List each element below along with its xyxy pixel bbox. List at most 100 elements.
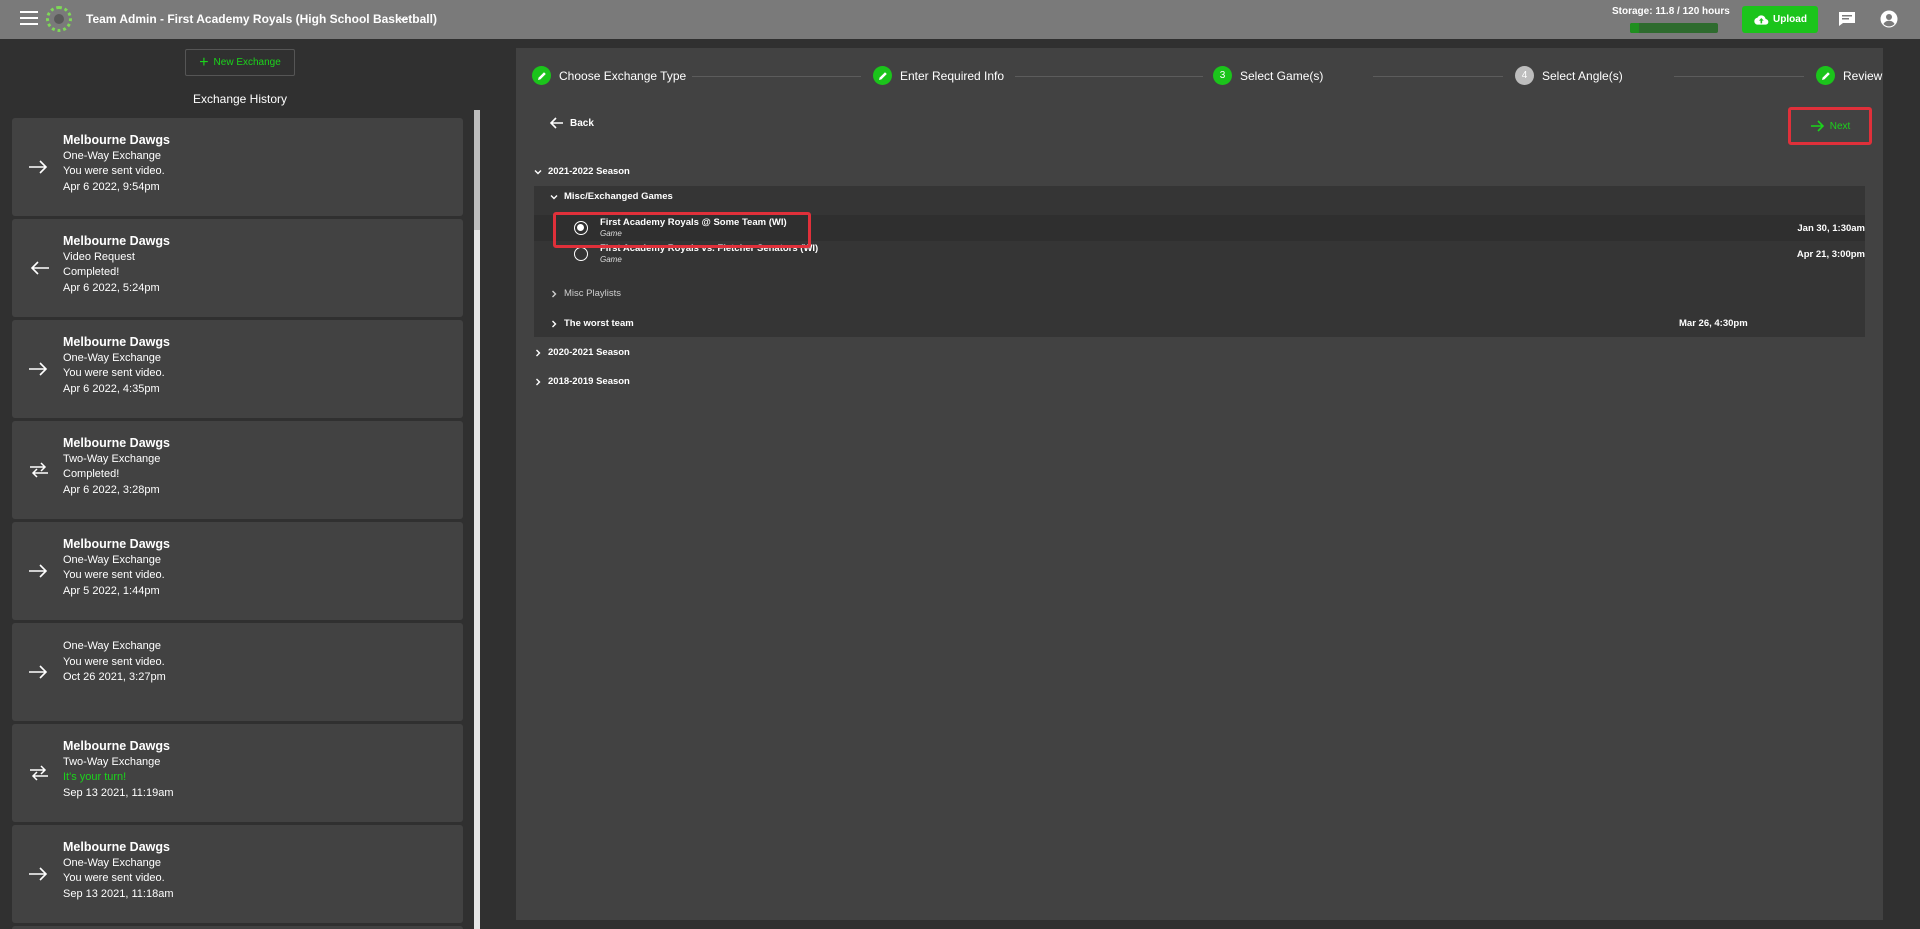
message-icon[interactable] [1838, 11, 1856, 27]
team-title[interactable]: Team Admin - First Academy Royals (High … [86, 12, 437, 26]
exchange-wizard: Choose Exchange Type Enter Required Info 3… [516, 48, 1883, 920]
storage-progress-fill [1630, 23, 1639, 33]
step-3[interactable]: 3 Select Game(s) [1213, 66, 1323, 85]
upload-label: Upload [1773, 14, 1807, 25]
exchange-date: Apr 6 2022, 3:28pm [63, 483, 160, 496]
chevron-down-icon[interactable]: ⌄ [396, 10, 409, 24]
chevron-right-icon [552, 290, 557, 297]
game-date: Jan 30, 1:30am [1797, 223, 1865, 234]
exchange-card[interactable]: Melbourne Dawgs One-Way Exchange You were … [12, 320, 463, 418]
step-5[interactable]: Review [1816, 66, 1882, 85]
exchange-card[interactable]: Melbourne Dawgs One-Way Exchange You were … [12, 118, 463, 216]
exchange-status: You were sent video. [63, 655, 165, 668]
new-exchange-button[interactable]: + New Exchange [185, 49, 295, 76]
arrow-right-icon [29, 665, 48, 679]
pencil-icon [873, 66, 892, 85]
exchange-history-list[interactable]: Melbourne Dawgs One-Way Exchange You were … [12, 118, 463, 929]
season-2020-2021[interactable]: 2020-2021 Season [534, 347, 630, 358]
step-label: Choose Exchange Type [559, 68, 687, 83]
swap-icon [30, 765, 48, 781]
exchange-date: Apr 6 2022, 4:35pm [63, 382, 160, 395]
exchange-card-text: Melbourne Dawgs One-Way Exchange You were … [63, 537, 170, 599]
season-2021-2022[interactable]: 2021-2022 Season [534, 166, 630, 177]
step-4[interactable]: 4 Select Angle(s) [1515, 66, 1623, 85]
stepper-connector [1674, 76, 1804, 77]
exchange-card[interactable]: Melbourne Dawgs One-Way Exchange You were … [12, 825, 463, 923]
game-row[interactable]: First Academy Royals vs. Fletcher Senato… [534, 241, 1865, 267]
exchange-card[interactable]: One-Way Exchange You were sent video. Oct … [12, 623, 463, 721]
worst-team-label: The worst team [564, 318, 634, 329]
step-number: 3 [1213, 66, 1232, 85]
exchange-status: You were sent video. [63, 569, 165, 581]
exchange-date: Oct 26 2021, 3:27pm [63, 671, 166, 683]
step-label: Enter Required Info [900, 68, 1005, 83]
exchange-card[interactable]: Melbourne Dawgs Two-Way Exchange Completed… [12, 421, 463, 519]
exchange-type: One-Way Exchange [63, 640, 162, 652]
season-label: 2021-2022 Season [548, 166, 630, 177]
storage-progress-bar [1630, 23, 1718, 33]
exchange-card-text: Melbourne Dawgs One-Way Exchange You were … [63, 335, 170, 397]
exchange-type: One-Way Exchange [63, 351, 162, 364]
misc-playlists-label: Misc Playlists [564, 288, 622, 299]
exchange-card-text: Melbourne Dawgs One-Way Exchange You were … [63, 840, 174, 902]
worst-team-date: Mar 26, 4:30pm [1679, 318, 1748, 329]
exchange-date: Apr 6 2022, 5:24pm [63, 281, 160, 294]
exchange-date: Sep 13 2021, 11:19am [63, 786, 174, 799]
exchange-status: It's your turn! [63, 771, 127, 783]
worst-team-item[interactable]: The worst team [550, 318, 634, 329]
pencil-icon [532, 66, 551, 85]
game-radio[interactable] [574, 221, 588, 235]
exchange-card[interactable]: Melbourne Dawgs Video Request Completed! Ap… [12, 219, 463, 317]
account-circle-icon[interactable] [1880, 10, 1898, 28]
step-1[interactable]: Choose Exchange Type [532, 66, 686, 85]
exchange-type: One-Way Exchange [63, 856, 162, 869]
history-scrollbar[interactable] [474, 110, 480, 929]
exchange-card[interactable]: Melbourne Dawgs Two-Way Exchange It's your… [12, 724, 463, 822]
chevron-right-icon [552, 320, 557, 327]
exchange-team-name: Melbourne Dawgs [63, 133, 170, 147]
exchange-team-name: Melbourne Dawgs [63, 335, 170, 349]
step-2[interactable]: Enter Required Info [873, 66, 1004, 85]
exchange-history-title: Exchange History [192, 92, 288, 106]
exchange-team-name: Melbourne Dawgs [63, 840, 170, 854]
exchange-card[interactable]: Melbourne Dawgs One-Way Exchange You were … [12, 522, 463, 620]
plus-icon: + [199, 53, 209, 71]
game-radio[interactable] [574, 247, 588, 261]
group-misc-exchanged-games[interactable]: Misc/Exchanged Games [550, 191, 673, 202]
exchange-team-name: Melbourne Dawgs [63, 234, 170, 248]
chevron-right-icon [536, 349, 541, 356]
hamburger-menu-icon[interactable] [20, 11, 38, 27]
next-label: Next [1829, 120, 1851, 132]
step-label: Review [1843, 68, 1883, 83]
season-2018-2019[interactable]: 2018-2019 Season [534, 376, 630, 387]
arrow-left-icon [30, 261, 49, 275]
exchange-date: Apr 6 2022, 9:54pm [63, 180, 160, 193]
misc-playlists-item[interactable]: Misc Playlists [550, 288, 621, 299]
game-type: Game [600, 255, 622, 264]
exchange-card-text: Melbourne Dawgs Two-Way Exchange It's your… [63, 739, 174, 801]
game-name: First Academy Royals @ Some Team (WI) [600, 217, 787, 228]
wizard-stepper: Choose Exchange Type Enter Required Info 3… [532, 66, 1882, 86]
exchange-status: Completed! [63, 266, 120, 278]
arrow-left-icon [550, 117, 563, 129]
exchange-team-name: Melbourne Dawgs [63, 436, 170, 450]
back-label: Back [570, 117, 594, 129]
new-exchange-label: New Exchange [213, 57, 281, 68]
exchange-sidebar: + New Exchange Exchange History Melbourn… [0, 39, 482, 929]
scrollbar-thumb[interactable] [474, 110, 480, 230]
storage-label: Storage: 11.8 / 120 hours [1612, 6, 1730, 17]
exchange-status: You were sent video. [63, 165, 165, 177]
exchange-team-name: Melbourne Dawgs [63, 537, 170, 551]
next-button[interactable]: Next [1788, 107, 1872, 145]
back-button[interactable]: Back [550, 117, 594, 129]
app-logo[interactable] [46, 6, 72, 32]
pencil-icon [1816, 66, 1835, 85]
step-label: Select Angle(s) [1542, 68, 1623, 83]
exchange-status: You were sent video. [63, 367, 165, 379]
cloud-upload-icon [1754, 14, 1769, 25]
game-row[interactable]: First Academy Royals @ Some Team (WI) Gam… [534, 215, 1865, 241]
exchange-card-text: Melbourne Dawgs One-Way Exchange You were … [63, 133, 170, 195]
exchange-status: Completed! [63, 468, 120, 480]
exchange-card-text: Melbourne Dawgs Video Request Completed! Ap… [63, 234, 170, 296]
upload-button[interactable]: Upload [1742, 6, 1818, 33]
